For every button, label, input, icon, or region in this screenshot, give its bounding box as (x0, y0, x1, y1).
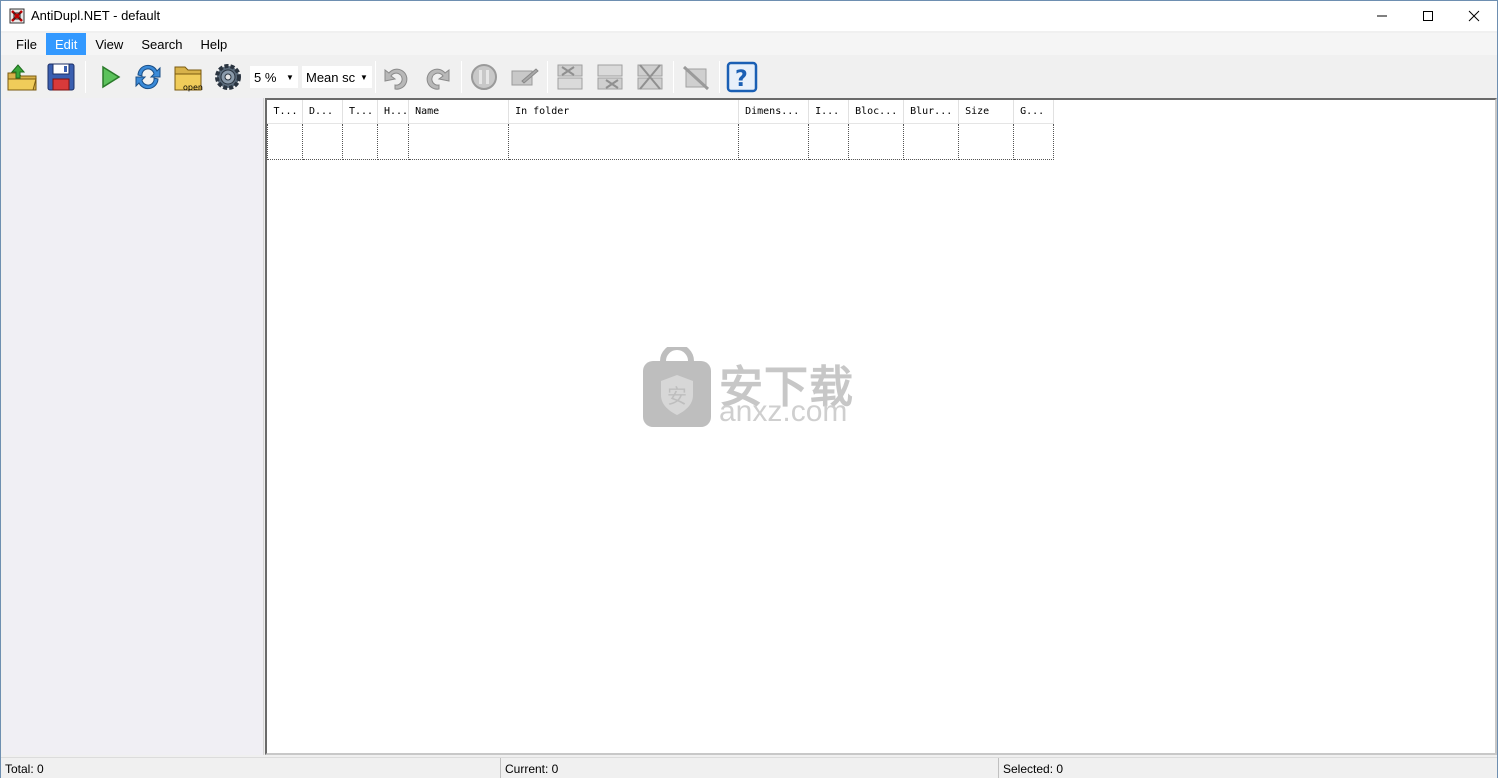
column-header-folder[interactable]: In folder (508, 100, 740, 124)
menu-file[interactable]: File (7, 33, 46, 55)
table-header-row: T... D... T... H... Name In folder Dimen… (267, 100, 1055, 124)
refresh-button[interactable] (131, 60, 165, 94)
close-icon (1468, 10, 1480, 22)
column-header-name[interactable]: Name (408, 100, 510, 124)
svg-text:open: open (183, 83, 203, 92)
svg-text:安: 安 (667, 384, 687, 408)
open-profile-button[interactable] (5, 60, 39, 94)
close-button[interactable] (1451, 1, 1497, 31)
table-cell (848, 122, 905, 160)
maximize-icon (1423, 11, 1433, 21)
redo-icon (426, 68, 450, 90)
delete-first-icon (557, 64, 583, 90)
options-button[interactable] (211, 60, 245, 94)
menu-edit[interactable]: Edit (45, 33, 87, 55)
menu-search[interactable]: Search (132, 33, 191, 55)
maximize-button[interactable] (1405, 1, 1451, 31)
table-cell (903, 122, 960, 160)
delete-both-button[interactable] (633, 60, 667, 94)
minimize-icon (1377, 15, 1387, 17)
column-header[interactable]: Bloc... (848, 100, 905, 124)
help-button[interactable]: ? (725, 60, 759, 94)
refresh-icon (135, 64, 161, 90)
column-header[interactable]: T... (342, 100, 378, 124)
table-row[interactable] (267, 122, 1055, 160)
delete-first-button[interactable] (553, 60, 587, 94)
title-bar[interactable]: AntiDupl.NET - default (1, 1, 1497, 31)
save-profile-button[interactable] (44, 60, 78, 94)
algorithm-value: Mean sc (306, 69, 356, 85)
threshold-select[interactable]: 5 % ▼ (249, 65, 299, 89)
delete-second-button[interactable] (593, 60, 627, 94)
start-search-icon (102, 65, 121, 89)
table-cell (408, 122, 510, 160)
window-title: AntiDupl.NET - default (31, 8, 161, 23)
algorithm-select[interactable]: Mean sc ▼ (301, 65, 373, 89)
mistake-button[interactable] (679, 60, 713, 94)
rename-icon (511, 68, 539, 86)
table-cell (376, 122, 410, 160)
rename-button[interactable] (507, 60, 541, 94)
menu-view[interactable]: View (86, 33, 132, 55)
chevron-down-icon: ▼ (360, 72, 368, 82)
column-header[interactable]: D... (302, 100, 343, 124)
table-cell (267, 122, 303, 160)
table-cell (508, 122, 740, 160)
options-icon (215, 64, 241, 90)
threshold-value: 5 % (254, 69, 277, 85)
left-panel[interactable] (3, 98, 264, 755)
results-table: T... D... T... H... Name In folder Dimen… (267, 100, 1055, 160)
chevron-down-icon: ▼ (286, 72, 294, 82)
table-cell (1013, 122, 1055, 160)
column-header[interactable]: H... (377, 100, 410, 124)
open-profile-icon (7, 64, 37, 91)
help-icon: ? (726, 61, 758, 93)
menu-help[interactable]: Help (192, 33, 237, 55)
column-header[interactable]: Dimens... (738, 100, 810, 124)
start-search-button[interactable] (92, 60, 126, 94)
menu-bar: File Edit View Search Help (1, 33, 1497, 55)
watermark-url: anxz.com (719, 395, 848, 428)
results-list[interactable]: T... D... T... H... Name In folder Dimen… (265, 98, 1497, 755)
table-cell (342, 122, 378, 160)
column-header[interactable]: Blur... (903, 100, 960, 124)
delete-second-icon (597, 64, 623, 90)
table-cell (302, 122, 343, 160)
watermark: 安 安下载 anxz.com (641, 347, 856, 429)
column-header[interactable]: T... (267, 100, 303, 124)
toolbar: open 5 % ▼ Mean sc ▼ ? (1, 56, 1497, 97)
table-cell (808, 122, 850, 160)
column-header-size[interactable]: Size (958, 100, 1015, 124)
stop-button[interactable] (467, 60, 501, 94)
status-selected: Selected: 0 (1003, 761, 1064, 776)
undo-button[interactable] (380, 60, 414, 94)
stop-icon (471, 64, 497, 90)
delete-both-icon (637, 64, 663, 90)
redo-button[interactable] (420, 60, 454, 94)
shield-bag-icon: 安 (643, 347, 711, 427)
svg-text:?: ? (735, 67, 748, 92)
open-folder-icon: open (174, 66, 203, 92)
mistake-icon (682, 65, 710, 91)
table-cell (738, 122, 810, 160)
undo-icon (384, 68, 408, 90)
save-profile-icon (47, 63, 75, 91)
column-header[interactable]: G... (1013, 100, 1055, 124)
status-total: Total: 0 (1, 758, 501, 778)
minimize-button[interactable] (1359, 1, 1405, 31)
antidupl-app-icon (9, 8, 25, 24)
open-folder-button[interactable]: open (171, 60, 205, 94)
status-current: Current: 0 (501, 758, 999, 778)
table-cell (958, 122, 1015, 160)
application-window: AntiDupl.NET - default File Edit View Se… (0, 0, 1498, 778)
column-header[interactable]: I... (808, 100, 850, 124)
status-bar: Total: 0 Current: 0 Selected: 0 (1, 757, 1497, 778)
